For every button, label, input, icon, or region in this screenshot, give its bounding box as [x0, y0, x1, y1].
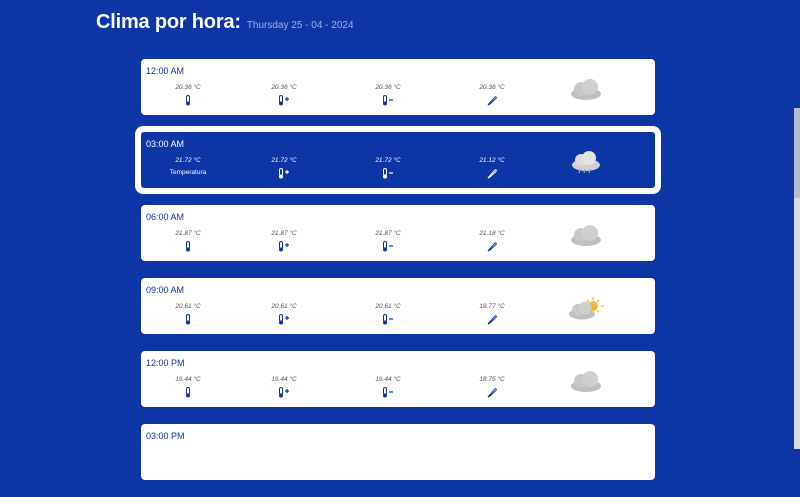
hour-label: 12:00 AM: [146, 66, 185, 76]
max-temperature-value: 21.87 °C: [271, 230, 297, 237]
min-temperature-value: 21.72 °C: [375, 157, 401, 164]
temperature-cell: 20.36 °C: [153, 84, 223, 106]
thermometer-icon: [153, 95, 223, 106]
feather-icon: [457, 387, 527, 398]
feather-icon: [457, 168, 527, 179]
temperature-cell: 19.44 °C: [153, 376, 223, 398]
min-temperature-cell: 21.72 °C: [353, 157, 423, 179]
rain-cloud-icon: [566, 149, 606, 175]
min-temperature-value: 21.87 °C: [375, 230, 401, 237]
feels-like-cell: 21.18 °C: [457, 230, 527, 252]
temperature-value: 19.44 °C: [175, 376, 201, 383]
max-temperature-cell: 21.87 °C: [249, 230, 319, 252]
thermometer-plus-icon: [249, 95, 319, 106]
thermometer-minus-icon: [353, 387, 423, 398]
feels-like-value: 21.12 °C: [479, 157, 505, 164]
temperature-value: 21.87 °C: [175, 230, 201, 237]
max-temperature-value: 20.61 °C: [271, 303, 297, 310]
hour-label: 06:00 AM: [146, 212, 185, 222]
hour-card-selected[interactable]: 03:00 AM 21.72 °C Temperatura 21.72 °C 2…: [141, 132, 655, 188]
temperature-cell: 21.72 °C Temperatura: [153, 157, 223, 176]
thermometer-minus-icon: [353, 241, 423, 252]
feels-like-cell: 20.36 °C: [457, 84, 527, 106]
thermometer-icon: [153, 314, 223, 325]
hour-card[interactable]: 06:00 AM 21.87 °C 21.87 °C 21.87 °C 21.1…: [141, 205, 655, 261]
date-label: Thursday 25 - 04 - 2024: [246, 20, 354, 31]
min-temperature-cell: 19.44 °C: [353, 376, 423, 398]
hour-card[interactable]: 12:00 AM 20.36 °C 20.36 °C 20.36 °C 20.3…: [141, 59, 655, 115]
max-temperature-cell: 20.36 °C: [249, 84, 319, 106]
hour-card[interactable]: 03:00 PM: [141, 424, 655, 480]
max-temperature-cell: 20.61 °C: [249, 303, 319, 325]
max-temperature-cell: 21.72 °C: [249, 157, 319, 179]
max-temperature-value: 20.36 °C: [271, 84, 297, 91]
feather-icon: [457, 241, 527, 252]
thermometer-plus-icon: [249, 241, 319, 252]
temperature-tooltip: Temperatura: [169, 169, 207, 176]
cloudy-icon: [566, 76, 606, 102]
page-title: Clima por hora:: [96, 11, 241, 33]
hour-card[interactable]: 09:00 AM 20.61 °C 20.61 °C 20.61 °C 19.7…: [141, 278, 655, 334]
feels-like-value: 20.36 °C: [479, 84, 505, 91]
max-temperature-value: 19.44 °C: [271, 376, 297, 383]
feels-like-value: 21.18 °C: [479, 230, 505, 237]
cloudy-icon: [566, 222, 606, 248]
min-temperature-value: 19.44 °C: [375, 376, 401, 383]
hour-label: 03:00 AM: [146, 139, 185, 149]
feather-icon: [457, 95, 527, 106]
feather-icon: [457, 314, 527, 325]
feels-like-cell: 21.12 °C: [457, 157, 527, 179]
hour-label: 03:00 PM: [146, 431, 185, 441]
thermometer-minus-icon: [353, 168, 423, 179]
temperature-cell: 20.61 °C: [153, 303, 223, 325]
temperature-value: 20.61 °C: [175, 303, 201, 310]
hour-label: 12:00 PM: [146, 358, 185, 368]
temperature-value: 21.72 °C: [175, 157, 201, 164]
thermometer-icon: [153, 241, 223, 252]
thermometer-plus-icon: [249, 314, 319, 325]
temperature-cell: 21.87 °C: [153, 230, 223, 252]
feels-like-value: 18.75 °C: [479, 376, 505, 383]
hour-card[interactable]: 12:00 PM 19.44 °C 19.44 °C 19.44 °C 18.7…: [141, 351, 655, 407]
temperature-value: 20.36 °C: [175, 84, 201, 91]
cloudy-icon: [566, 368, 606, 394]
hour-label: 09:00 AM: [146, 285, 185, 295]
feels-like-cell: 19.77 °C: [457, 303, 527, 325]
feels-like-cell: 18.75 °C: [457, 376, 527, 398]
thermometer-icon: [153, 387, 223, 398]
min-temperature-cell: 21.87 °C: [353, 230, 423, 252]
hourly-list: 12:00 AM 20.36 °C 20.36 °C 20.36 °C 20.3…: [141, 59, 655, 497]
partly-cloudy-icon: [566, 295, 606, 321]
scrollbar-thumb[interactable]: [794, 108, 800, 198]
thermometer-plus-icon: [249, 387, 319, 398]
thermometer-plus-icon: [249, 168, 319, 179]
min-temperature-cell: 20.36 °C: [353, 84, 423, 106]
thermometer-minus-icon: [353, 314, 423, 325]
min-temperature-value: 20.61 °C: [375, 303, 401, 310]
thermometer-minus-icon: [353, 95, 423, 106]
min-temperature-cell: 20.61 °C: [353, 303, 423, 325]
page-header: Clima por hora: Thursday 25 - 04 - 2024: [96, 11, 354, 34]
feels-like-value: 19.77 °C: [479, 303, 505, 310]
max-temperature-cell: 19.44 °C: [249, 376, 319, 398]
min-temperature-value: 20.36 °C: [375, 84, 401, 91]
max-temperature-value: 21.72 °C: [271, 157, 297, 164]
